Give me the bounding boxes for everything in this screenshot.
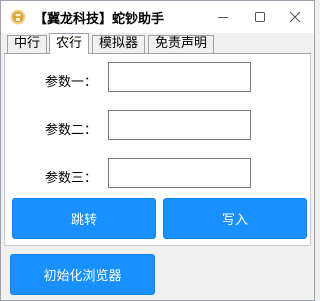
minimize-icon — [218, 17, 228, 18]
param1-input[interactable] — [108, 62, 251, 92]
param3-input[interactable] — [108, 158, 251, 188]
tab-panel: 参数一： 参数二： 参数三： 跳转 写入 — [4, 54, 311, 246]
tab-label: 中行 — [14, 36, 41, 51]
param1-label: 参数一： — [45, 75, 98, 90]
app-logo-icon — [10, 9, 26, 25]
tab-disclaimer[interactable]: 免责声明 — [148, 35, 215, 53]
write-button[interactable]: 写入 — [163, 198, 307, 239]
write-button-label: 写入 — [221, 213, 248, 228]
close-icon — [289, 11, 301, 23]
tab-simulator[interactable]: 模拟器 — [92, 35, 146, 53]
tab-label: 农行 — [56, 36, 83, 51]
tab-strip: 中行 农行 模拟器 免责声明 — [1, 33, 314, 54]
maximize-button[interactable] — [242, 1, 278, 33]
tab-abc[interactable]: 农行 — [49, 33, 90, 54]
param3-label: 参数三： — [45, 171, 98, 186]
param2-input[interactable] — [108, 110, 251, 140]
title-bar: 【冀龙科技】蛇钞助手 — [1, 1, 314, 33]
param2-label: 参数二： — [45, 123, 98, 138]
app-window: 【冀龙科技】蛇钞助手 中行 农行 模拟器 免责声明 参数一： 参数二： 参数三：… — [0, 0, 315, 301]
init-browser-button[interactable]: 初始化浏览器 — [10, 254, 155, 295]
init-browser-button-label: 初始化浏览器 — [43, 269, 122, 284]
tab-label: 免责声明 — [155, 36, 208, 51]
jump-button-label: 跳转 — [70, 213, 97, 228]
minimize-button[interactable] — [205, 1, 241, 33]
window-title: 【冀龙科技】蛇钞助手 — [34, 12, 165, 27]
tab-boc[interactable]: 中行 — [7, 35, 48, 53]
jump-button[interactable]: 跳转 — [12, 198, 156, 239]
maximize-icon — [255, 12, 265, 22]
tab-label: 模拟器 — [99, 36, 139, 51]
close-button[interactable] — [277, 1, 313, 33]
